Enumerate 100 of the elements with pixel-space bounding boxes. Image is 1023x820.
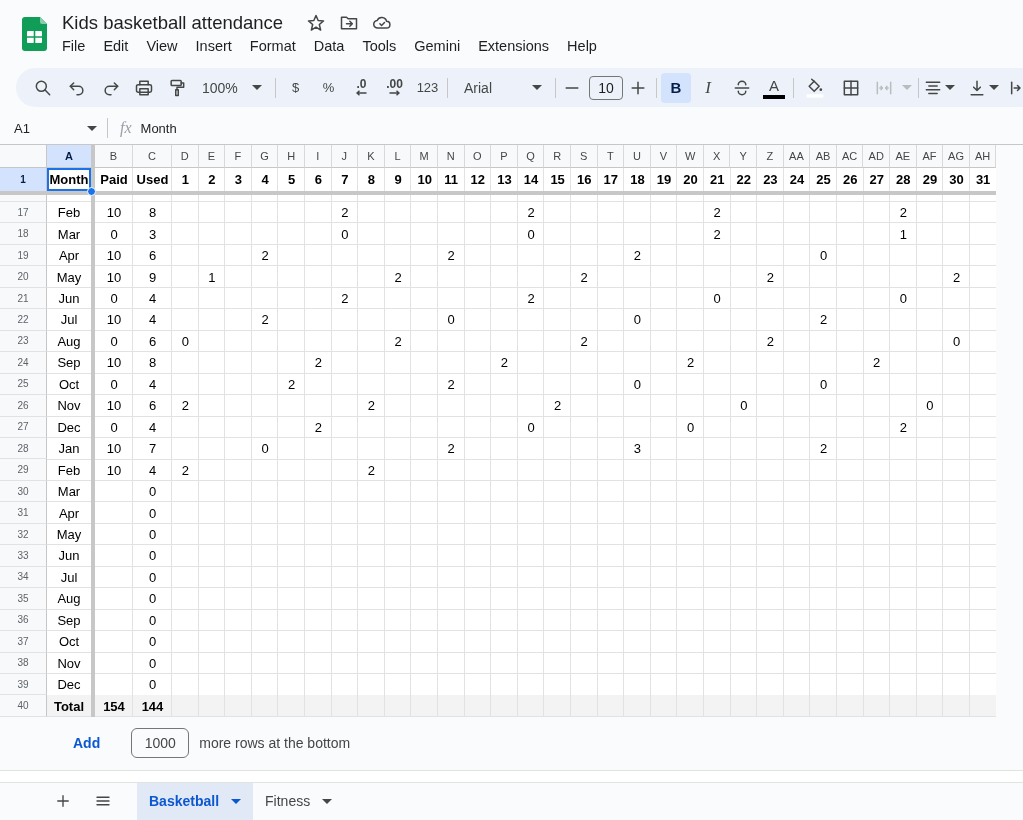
column-header[interactable]: Q: [517, 145, 545, 168]
row-header[interactable]: 40: [0, 695, 47, 717]
table-cell-text: 0: [260, 440, 270, 459]
menu-item[interactable]: Help: [567, 36, 597, 56]
menu-item[interactable]: Gemini: [414, 36, 461, 56]
add-rows-button[interactable]: Add: [73, 728, 101, 759]
row-header[interactable]: 34: [0, 566, 47, 589]
menu-item[interactable]: View: [146, 36, 178, 56]
format-button[interactable]: %: [312, 72, 345, 103]
column-header[interactable]: Y: [730, 145, 758, 168]
row-header[interactable]: 33: [0, 545, 47, 567]
folder-arrow-icon[interactable]: [339, 13, 360, 33]
column-header[interactable]: AG: [943, 145, 970, 168]
column-header[interactable]: AA: [783, 145, 811, 168]
font-size-field[interactable]: 10: [589, 75, 623, 100]
row-header[interactable]: 28: [0, 438, 47, 460]
menu-item[interactable]: Insert: [195, 36, 232, 56]
column-header[interactable]: P: [491, 145, 518, 168]
spreadsheet-logo-icon[interactable]: [22, 17, 47, 51]
caret-icon[interactable]: [989, 85, 999, 90]
table-cell-text: 2: [313, 354, 323, 373]
paint-bucket-icon[interactable]: [805, 77, 825, 98]
sheet-tab[interactable]: Basketball: [137, 782, 254, 820]
column-header[interactable]: AE: [890, 145, 917, 168]
increase-decimal-button[interactable]: .00: [378, 72, 411, 103]
table-cell-text: 6: [147, 332, 158, 351]
menu-item[interactable]: Format: [249, 36, 296, 56]
column-header[interactable]: AD: [863, 145, 891, 168]
row-header[interactable]: 35: [0, 588, 47, 610]
column-header[interactable]: D: [172, 145, 199, 168]
column-header[interactable]: W: [677, 145, 704, 168]
row-header[interactable]: 31: [0, 502, 47, 524]
row-header[interactable]: 1: [0, 168, 47, 191]
row-header[interactable]: 20: [0, 266, 47, 288]
column-header[interactable]: AH: [969, 145, 997, 168]
menu-item[interactable]: File: [62, 36, 86, 56]
row-count-field[interactable]: 1000: [131, 728, 190, 759]
column-header[interactable]: I: [304, 145, 332, 168]
column-header[interactable]: E: [198, 145, 226, 168]
column-header[interactable]: U: [624, 145, 651, 168]
row-header[interactable]: 38: [0, 652, 47, 674]
row-header[interactable]: 24: [0, 352, 47, 374]
italic-button[interactable]: I: [691, 72, 725, 103]
row-header[interactable]: 39: [0, 673, 47, 696]
decrease-decimal-button[interactable]: .0: [345, 72, 378, 103]
column-header[interactable]: K: [358, 145, 385, 168]
format-button[interactable]: $: [279, 72, 312, 103]
row-header[interactable]: 18: [0, 223, 47, 245]
formula-input[interactable]: Month: [140, 115, 1023, 141]
table-cell: Month: [47, 168, 91, 191]
column-header[interactable]: O: [464, 145, 492, 168]
column-header[interactable]: F: [225, 145, 252, 168]
text-color-button[interactable]: A: [763, 76, 785, 99]
column-header[interactable]: AC: [836, 145, 864, 168]
column-header[interactable]: H: [278, 145, 305, 168]
table-cell-text: 2: [180, 461, 190, 480]
menu-item[interactable]: Tools: [362, 36, 397, 56]
bold-button[interactable]: B: [661, 72, 691, 103]
menu-item[interactable]: Data: [313, 36, 345, 56]
caret-icon[interactable]: [945, 85, 955, 90]
fill-handle-icon[interactable]: [87, 187, 96, 196]
column-header[interactable]: B: [95, 145, 133, 168]
column-header[interactable]: Z: [757, 145, 784, 168]
column-header[interactable]: AB: [810, 145, 837, 168]
column-header[interactable]: J: [331, 145, 359, 168]
column-header[interactable]: S: [570, 145, 598, 168]
row-header[interactable]: 17: [0, 202, 47, 224]
column-header[interactable]: X: [703, 145, 731, 168]
row-header[interactable]: 19: [0, 244, 47, 267]
font-dropdown[interactable]: Arial: [451, 72, 552, 103]
menu-item[interactable]: Extensions: [478, 36, 550, 56]
row-header[interactable]: 27: [0, 416, 47, 438]
column-header[interactable]: C: [133, 145, 172, 168]
column-header[interactable]: G: [251, 145, 279, 168]
row-header[interactable]: 22: [0, 309, 47, 331]
name-box[interactable]: A1: [8, 115, 99, 141]
row-header[interactable]: 30: [0, 480, 47, 503]
row-header[interactable]: 29: [0, 459, 47, 481]
row-header[interactable]: 26: [0, 395, 47, 417]
column-header[interactable]: V: [650, 145, 678, 168]
menu-item[interactable]: Edit: [103, 36, 129, 56]
star-icon[interactable]: [306, 13, 327, 33]
sheet-tab[interactable]: Fitness: [253, 782, 345, 820]
horizontal-scrollbar[interactable]: [0, 769, 1023, 783]
format-button[interactable]: 123: [411, 72, 444, 103]
column-header[interactable]: M: [411, 145, 438, 168]
column-header[interactable]: R: [544, 145, 571, 168]
row-header[interactable]: 23: [0, 330, 47, 353]
row-header[interactable]: 32: [0, 523, 47, 546]
arrow-right-icon: [389, 90, 400, 96]
row-header[interactable]: 36: [0, 609, 47, 632]
zoom-dropdown[interactable]: 100%: [193, 72, 272, 103]
row-header[interactable]: 37: [0, 631, 47, 653]
column-header[interactable]: L: [384, 145, 412, 168]
column-header[interactable]: AF: [916, 145, 944, 168]
document-title[interactable]: Kids basketball attendance: [62, 11, 284, 35]
column-header[interactable]: T: [597, 145, 625, 168]
column-header[interactable]: N: [437, 145, 465, 168]
row-header[interactable]: 21: [0, 287, 47, 310]
row-header[interactable]: 25: [0, 373, 47, 396]
